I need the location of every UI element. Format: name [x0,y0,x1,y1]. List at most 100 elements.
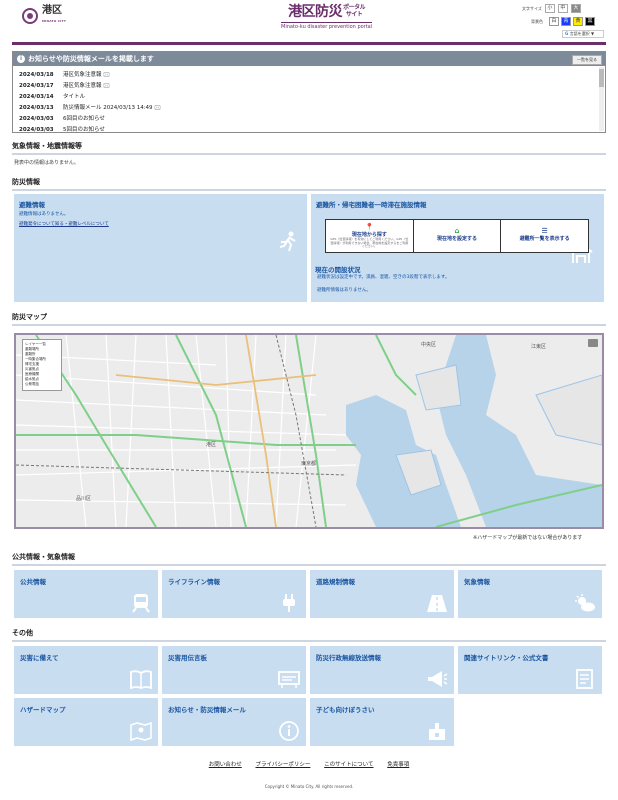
notice-scrollbar[interactable] [599,67,604,131]
gps-note: GPS（位置情報）を有効にしてご利用ください。GPS（位置情報）が利用できない場… [330,237,409,248]
shelter-info-title: 避難所・帰宅困難者一時滞在施設情報 [316,201,427,209]
scrollbar-thumb[interactable] [599,69,604,87]
notice-date: 2024/03/03 [19,127,54,133]
notice-date: 2024/03/03 [19,116,54,122]
card-label: お知らせ・防災情報メール [168,706,246,714]
evac-info-text: 避難情報はありません。 [19,212,69,217]
notice-date: 2024/03/18 [19,72,54,78]
card-label: 災害に備えて [20,654,59,662]
set-location-button[interactable]: ⌂ 現在地を設定する [414,220,502,252]
notice-text: 港区気象注意報 🖂 [63,83,110,89]
map-section-title: 防災マップ [12,312,606,326]
list-item[interactable]: 2024/03/13 防災情報メール 2024/03/13 14:49 🖂 [19,103,599,114]
color-white[interactable]: 白 [549,17,559,26]
kids-school-icon [429,723,445,740]
location-pin-icon: 📍 [364,223,374,231]
notice-date: 2024/03/14 [19,94,54,100]
language-select-label: 言語を選択 ▼ [569,31,595,36]
card-road-info[interactable]: 道路規制情報 [310,570,454,618]
notice-date: 2024/03/13 [19,105,54,111]
legend-item[interactable]: 公衆電話 [25,382,59,387]
brand-english: Minato-ku disaster prevention portal [281,22,373,30]
card-label: 道路規制情報 [316,578,355,586]
list-item[interactable]: 2024/03/03 5回目のお知らせ [19,125,599,133]
brand-portal: ポータル サイト [343,4,366,18]
card-lifeline-info[interactable]: ライフライン情報 [162,570,306,618]
footer-about-link[interactable]: このサイトについて [324,762,373,768]
card-prepare[interactable]: 災害に備えて [14,646,158,694]
card-public-info[interactable]: 公共情報 [14,570,158,618]
map-pin-icon [130,721,152,741]
map-label-minato: 港区 [206,442,217,448]
bousai-section-title: 防災情報 [12,177,606,191]
header-divider [12,42,606,45]
plug-icon [283,594,295,612]
color-blue[interactable]: 青 [561,17,571,26]
footer-links: お問い合わせ プライバシーポリシー このサイトについて 免責事項 [0,760,618,768]
color-label: 背景色 [531,18,543,24]
road-icon [427,595,447,612]
footer-privacy-link[interactable]: プライバシーポリシー [256,762,311,768]
list-icon: ☰ [541,227,548,235]
site-header: 港区 MINATO CITY 港区防災ポータル サイト Minato-ku di… [0,0,618,40]
list-item[interactable]: 2024/03/03 6回目のお知らせ [19,114,599,125]
layers-icon[interactable] [588,339,598,347]
info-circle-icon [279,721,299,741]
card-label: 子ども向けぼうさい [316,706,375,714]
logo-sub: MINATO CITY [42,19,67,23]
notice-date: 2024/03/17 [19,83,54,89]
portal-brand[interactable]: 港区防災ポータル サイト Minato-ku disaster preventi… [281,4,373,30]
card-message-board[interactable]: 災害用伝言板 [162,646,306,694]
notice-text: 6回目のお知らせ [63,116,105,122]
card-notice-mail[interactable]: お知らせ・防災情報メール [162,698,306,746]
footer-disclaimer-link[interactable]: 免責事項 [387,762,409,768]
list-item[interactable]: 2024/03/17 港区気象注意報 🖂 [19,81,599,92]
sun-cloud-icon [575,594,595,612]
notice-text: 防災情報メール 2024/03/13 14:49 🖂 [63,105,161,111]
list-item[interactable]: 2024/03/14 タイトル [19,92,599,103]
map-label-chuo: 中央区 [421,342,437,348]
font-size-small[interactable]: 小 [544,4,555,13]
notice-all-button[interactable]: 一覧を見る [572,55,602,65]
set-location-label: 現在地を設定する [437,236,478,242]
color-yellow[interactable]: 黄 [573,17,583,26]
book-icon [130,670,152,689]
list-item[interactable]: 2024/03/18 港区気象注意報 🖂 [19,70,599,81]
minato-logo[interactable]: 港区 MINATO CITY [22,6,66,26]
card-label: ライフライン情報 [168,578,220,586]
shelter-status-text: 避難状況は設定中です。満員、混雑、空きの3段階で表示します。 [317,275,450,280]
notice-text: タイトル [63,94,86,100]
notice-list: 2024/03/18 港区気象注意報 🖂 2024/03/17 港区気象注意報 🖂 … [13,66,605,133]
search-from-location-button[interactable]: 📍 現在地から探す GPS（位置情報）を有効にしてご利用ください。GPS（位置情… [326,220,414,252]
language-select[interactable]: G 言語を選択 ▼ [562,30,604,38]
font-size-selector: 文字サイズ 小 中 大 [522,4,581,13]
map-label-koto: 江東区 [531,344,547,350]
card-label: 気象情報 [464,578,490,586]
map-layer-legend[interactable]: レイヤー一覧 避難場所 避難所 一時集合場所 帰宅支援 災害拠点 医療機関 給水… [22,339,62,391]
background-color-selector: 背景色 白 青 黄 黒 [531,17,595,26]
map-house-icon: ⌂ [454,227,460,235]
font-size-large[interactable]: 大 [570,4,581,13]
card-label: ハザードマップ [20,706,66,714]
card-label: 公共情報 [20,578,46,586]
card-hazard-map[interactable]: ハザードマップ [14,698,158,746]
card-radio-broadcast[interactable]: 防災行政無線放送情報 [310,646,454,694]
footer-contact-link[interactable]: お問い合わせ [209,762,242,768]
weather-section-title: 気象情報・地震情報等 [12,141,606,155]
shelter-list-label: 避難所一覧を表示する [519,236,570,242]
board-icon [278,671,300,688]
card-weather-info[interactable]: 気象情報 [458,570,602,618]
card-kids[interactable]: 子ども向けぼうさい [310,698,454,746]
train-icon [132,594,150,613]
shelter-list-button[interactable]: ☰ 避難所一覧を表示する [501,220,588,252]
megaphone-icon [428,671,448,687]
evac-level-link[interactable]: 避難発令について知る・避難レベルについて [14,217,307,227]
font-size-medium[interactable]: 中 [557,4,568,13]
document-icon [576,669,593,689]
color-black[interactable]: 黒 [585,17,595,26]
shelter-status-title: 現在の開設状況 [315,266,361,274]
font-size-label: 文字サイズ [522,5,542,11]
disaster-map[interactable]: レイヤー一覧 避難場所 避難所 一時集合場所 帰宅支援 災害拠点 医療機関 給水… [14,333,604,529]
card-related-links[interactable]: 関連サイトリンク・公式文書 [458,646,602,694]
info-icon: i [17,55,25,63]
